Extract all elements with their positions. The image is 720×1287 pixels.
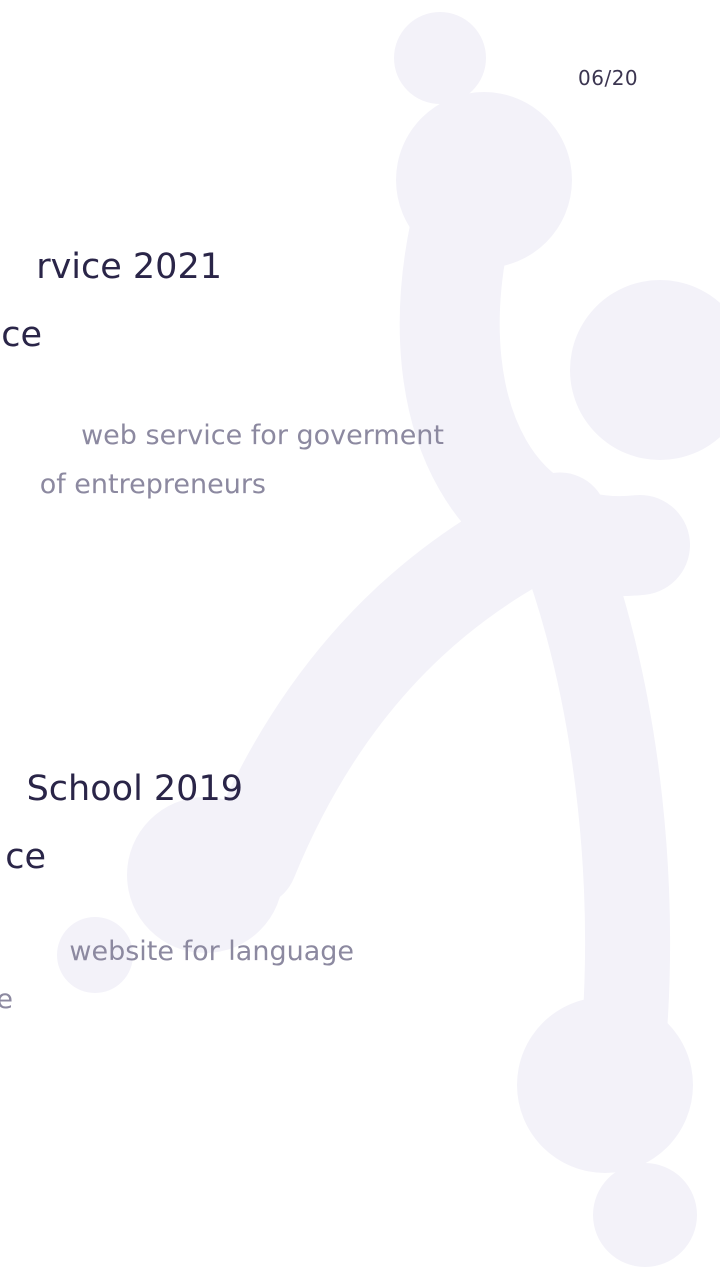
project-description-line-2: e [0, 984, 13, 1015]
project-description-line-1: web service for goverment [81, 420, 444, 451]
project-entry: rvice 2021 ce web service for goverment … [0, 0, 720, 640]
project-subtitle: ce [1, 315, 42, 355]
project-description-line-1: website for language [69, 936, 354, 967]
project-entry: School 2019 ce website for language e [0, 640, 720, 1280]
project-subtitle: ce [5, 837, 46, 877]
project-title: School 2019 [26, 769, 243, 809]
project-description-line-2: of entrepreneurs [39, 469, 266, 500]
project-title: rvice 2021 [36, 247, 222, 287]
